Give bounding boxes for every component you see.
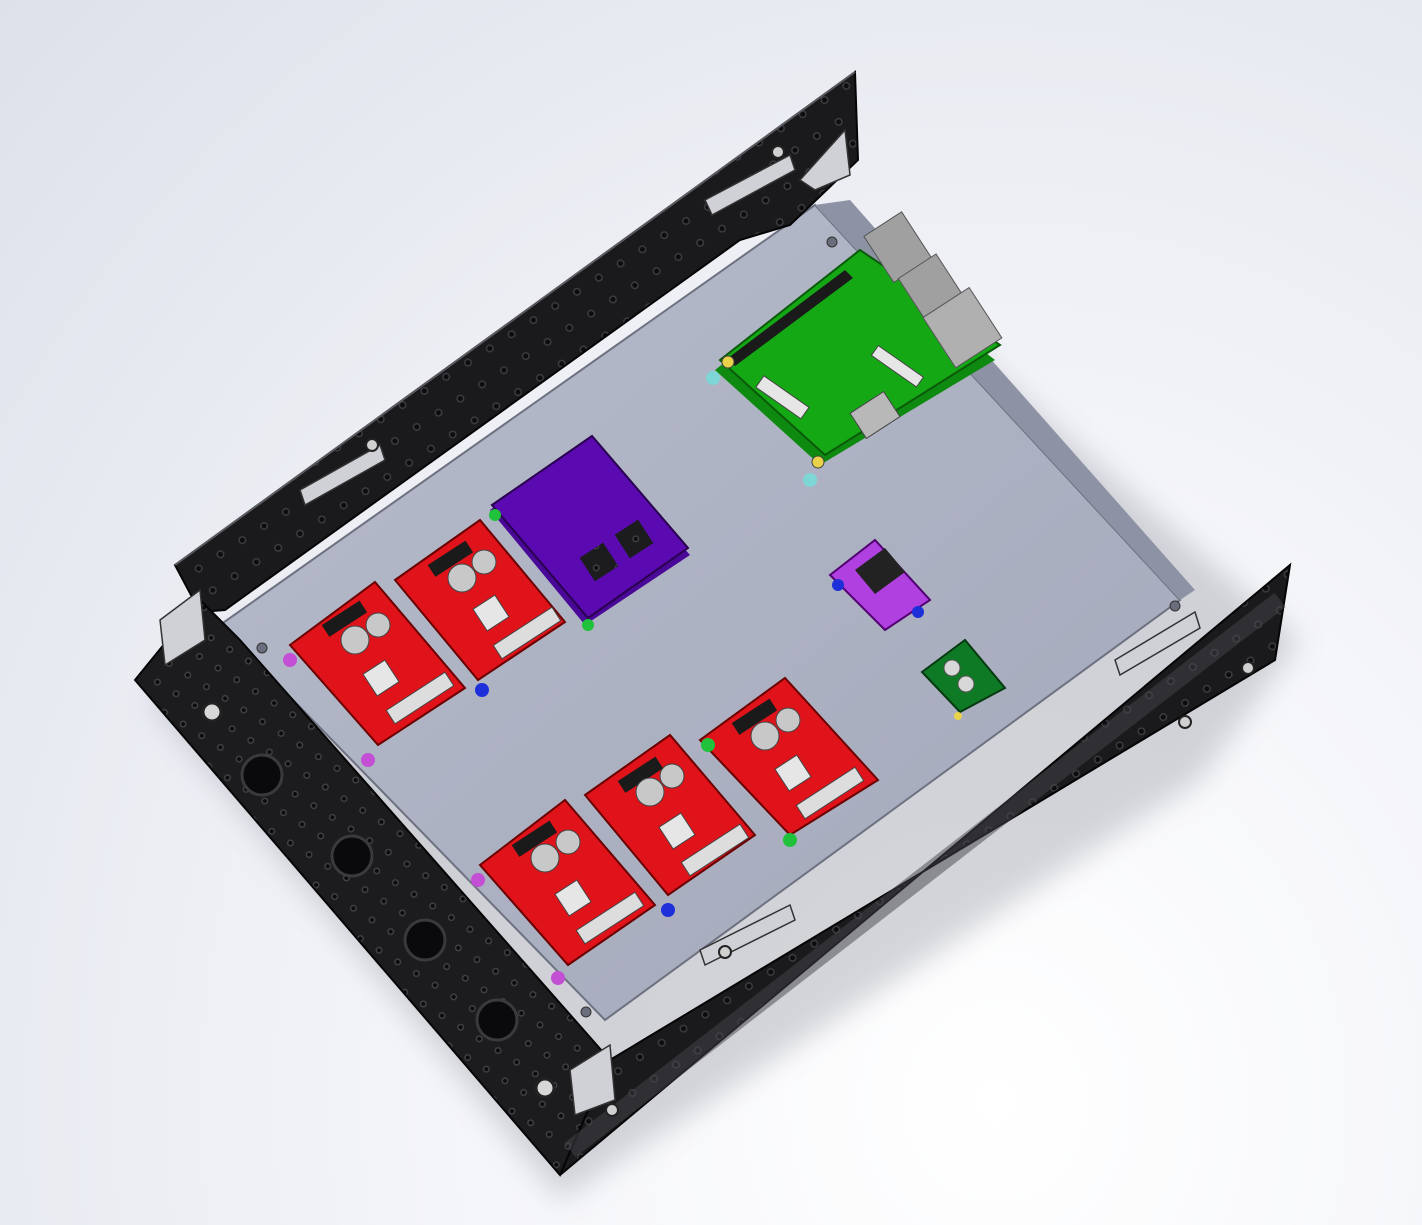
cad-viewport: [0, 0, 1422, 1225]
chassis-render: [133, 70, 1300, 1200]
